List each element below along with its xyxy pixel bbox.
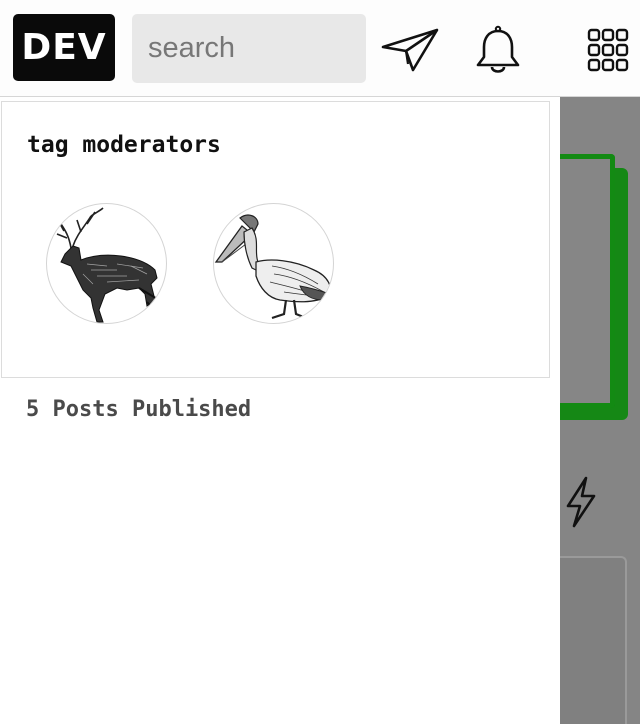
tag-moderators-card: tag moderators [1,101,550,378]
dev-logo[interactable]: DEV [13,14,115,81]
moderator-avatar-pelican[interactable] [213,203,334,324]
tag-moderators-heading: tag moderators [27,132,221,158]
deer-icon [56,207,160,323]
featured-card [560,154,615,408]
paper-plane-icon[interactable] [380,24,440,76]
moderator-avatar-deer[interactable] [46,203,167,324]
posts-published-count: 5 Posts Published [26,397,252,422]
bell-icon[interactable] [468,24,528,76]
lightning-icon [562,476,600,528]
apps-grid-icon[interactable] [578,24,638,76]
pelican-icon [214,214,331,320]
tag-sidebar: tag moderators 5 Posts Published [0,97,560,724]
article-card [560,556,627,724]
logo-text: DEV [21,27,107,68]
search-input[interactable] [132,14,366,83]
top-nav-bar: DEV [0,0,640,97]
